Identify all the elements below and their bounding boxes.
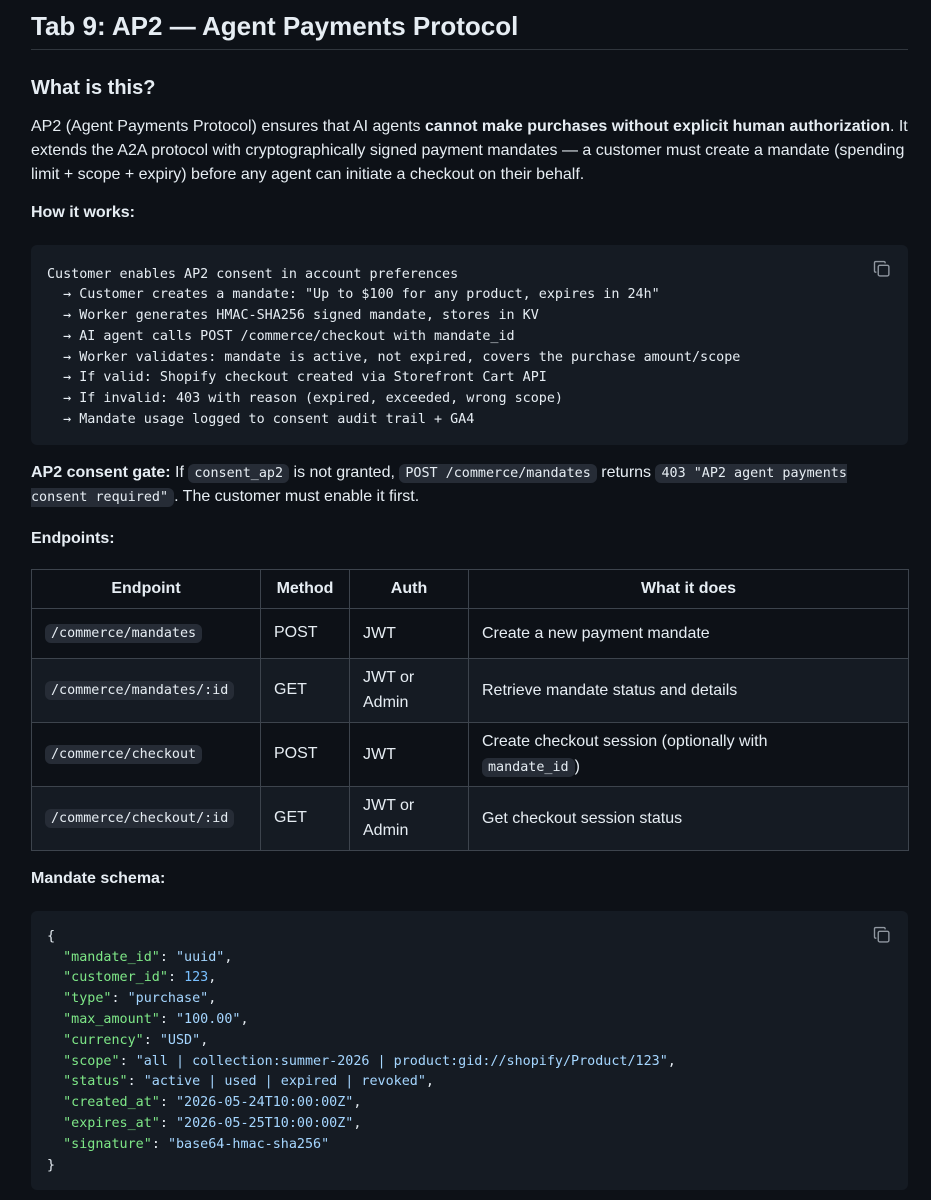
code-line: → Mandate usage logged to consent audit … xyxy=(47,412,475,428)
desc-tail: ) xyxy=(574,757,580,775)
auth-cell: JWT xyxy=(349,607,469,659)
gate-text-2: is not granted, xyxy=(289,463,400,481)
endpoint-cell: /commerce/mandates/:id xyxy=(31,657,261,723)
intro-paragraph: AP2 (Agent Payments Protocol) ensures th… xyxy=(31,115,908,187)
copy-icon[interactable] xyxy=(872,925,892,945)
auth-cell: JWT xyxy=(349,721,469,787)
method-cell: GET xyxy=(260,657,350,723)
code-line: → Worker validates: mandate is active, n… xyxy=(47,349,741,365)
page-title: Tab 9: AP2 — Agent Payments Protocol xyxy=(31,0,908,50)
code-line: → Worker generates HMAC-SHA256 signed ma… xyxy=(47,308,539,324)
header-endpoint: Endpoint xyxy=(31,568,261,609)
how-code-block[interactable]: Customer enables AP2 consent in account … xyxy=(31,244,908,445)
code-line: → If valid: Shopify checkout created via… xyxy=(47,370,547,386)
description-cell: Create checkout session (optionally with… xyxy=(468,721,909,787)
code-line: "type": "purchase", xyxy=(63,991,217,1007)
schema-key: "customer_id" xyxy=(63,970,168,986)
endpoints-label: Endpoints: xyxy=(31,529,115,547)
schema-value: "purchase" xyxy=(127,991,209,1007)
method-cell: POST xyxy=(260,721,350,787)
schema-value: "uuid" xyxy=(176,949,225,965)
table-header-row: Endpoint Method Auth What it does xyxy=(31,568,909,609)
consent-gate-label: AP2 consent gate: xyxy=(31,463,171,481)
description-cell: Get checkout session status xyxy=(468,785,909,851)
endpoint-cell: /commerce/checkout/:id xyxy=(31,785,261,851)
code-line: → Customer creates a mandate: "Up to $10… xyxy=(47,287,660,303)
code-line: → AI agent calls POST /commerce/checkout… xyxy=(47,328,515,344)
desc-text: Create checkout session (optionally with xyxy=(482,732,768,750)
code-line: "currency": "USD", xyxy=(63,1032,209,1048)
endpoint-path: /commerce/checkout xyxy=(45,745,203,765)
method-cell: POST xyxy=(260,607,350,659)
schema-key: "currency" xyxy=(63,1032,144,1048)
endpoint-path: /commerce/checkout/:id xyxy=(45,809,235,829)
method-cell: GET xyxy=(260,785,350,851)
auth-cell: JWT or Admin xyxy=(349,657,469,723)
schema-key: "max_amount" xyxy=(63,1012,160,1028)
schema-key: "mandate_id" xyxy=(63,949,160,965)
consent-ap2-code: consent_ap2 xyxy=(188,463,290,483)
endpoints-table: Endpoint Method Auth What it does /comme… xyxy=(31,568,909,851)
endpoint-cell: /commerce/checkout xyxy=(31,721,261,787)
code-line: "customer_id": 123, xyxy=(63,970,217,986)
code-line: "status": "active | used | expired | rev… xyxy=(63,1074,434,1090)
schema-value: "active | used | expired | revoked" xyxy=(143,1074,426,1090)
code-line: "max_amount": "100.00", xyxy=(63,1012,249,1028)
gate-text-3: returns xyxy=(596,463,656,481)
schema-value: "base64-hmac-sha256" xyxy=(167,1136,330,1152)
schema-value: "USD" xyxy=(159,1032,201,1048)
code-line: "mandate_id": "uuid", xyxy=(63,949,233,965)
schema-key: "created_at" xyxy=(63,1095,160,1111)
schema-value: "100.00" xyxy=(176,1012,241,1028)
table-row: /commerce/checkout/:id GET JWT or Admin Get… xyxy=(31,785,909,851)
table-row: /commerce/mandates/:id GET JWT or Admin Ret… xyxy=(31,657,909,723)
code-line: "expires_at": "2026-05-25T10:00:00Z", xyxy=(63,1116,362,1132)
endpoint-cell: /commerce/mandates xyxy=(31,607,261,659)
schema-key: "status" xyxy=(63,1074,128,1090)
section-heading-what: What is this? xyxy=(31,76,156,99)
code-line: "created_at": "2026-05-24T10:00:00Z", xyxy=(63,1095,362,1111)
code-line: → If invalid: 403 with reason (expired, … xyxy=(47,391,563,407)
schema-value: "2026-05-24T10:00:00Z" xyxy=(176,1095,354,1111)
gate-text-4: . The customer must enable it first. xyxy=(174,487,420,505)
schema-key: "scope" xyxy=(63,1053,120,1069)
schema-value: 123 xyxy=(184,970,209,986)
description-cell: Create a new payment mandate xyxy=(468,607,909,659)
how-code-lines: Customer enables AP2 consent in account … xyxy=(47,265,892,431)
code-line: "scope": "all | collection:summer-2026 |… xyxy=(63,1053,676,1069)
header-auth: Auth xyxy=(349,568,469,609)
header-description: What it does xyxy=(468,568,909,609)
code-line-close: } xyxy=(47,1157,56,1173)
how-label: How it works: xyxy=(31,203,136,221)
copy-icon[interactable] xyxy=(872,259,892,279)
code-line: "signature": "base64-hmac-sha256" xyxy=(63,1136,330,1152)
gate-text-1: If xyxy=(170,463,189,481)
code-line-open: { xyxy=(47,928,56,944)
schema-key: "type" xyxy=(63,991,112,1007)
desc-text: Create a new payment mandate xyxy=(482,624,710,642)
schema-value: "all | collection:summer-2026 | product:… xyxy=(135,1053,668,1069)
auth-cell: JWT or Admin xyxy=(349,785,469,851)
desc-text: Retrieve mandate status and details xyxy=(482,681,738,699)
schema-value: "2026-05-25T10:00:00Z" xyxy=(176,1116,354,1132)
schema-label: Mandate schema: xyxy=(31,869,166,887)
code-line: Customer enables AP2 consent in account … xyxy=(47,266,459,282)
endpoint-path: /commerce/mandates xyxy=(45,624,203,644)
endpoint-path: /commerce/mandates/:id xyxy=(45,681,235,701)
schema-key: "signature" xyxy=(63,1136,152,1152)
mandate-id-code: mandate_id xyxy=(482,757,575,777)
schema-code-block[interactable]: { "mandate_id": "uuid", "customer_id": 1… xyxy=(31,910,908,1191)
desc-text: Get checkout session status xyxy=(482,809,683,827)
header-method: Method xyxy=(260,568,350,609)
post-mandates-code: POST /commerce/mandates xyxy=(399,463,597,483)
schema-key: "expires_at" xyxy=(63,1116,160,1132)
schema-code-lines: { "mandate_id": "uuid", "customer_id": 1… xyxy=(47,927,892,1177)
intro-text: AP2 (Agent Payments Protocol) ensures th… xyxy=(31,117,425,135)
intro-emphasis: cannot make purchases without explicit h… xyxy=(425,117,890,135)
description-cell: Retrieve mandate status and details xyxy=(468,657,909,723)
markdown-body: Tab 9: AP2 — Agent Payments Protocol Wha… xyxy=(0,0,931,1191)
table-row: /commerce/checkout POST JWT Create checkout… xyxy=(31,721,909,787)
table-row: /commerce/mandates POST JWT Create a new pa… xyxy=(31,607,909,659)
consent-gate-paragraph: AP2 consent gate: If consent_ap2 is not … xyxy=(31,461,908,509)
